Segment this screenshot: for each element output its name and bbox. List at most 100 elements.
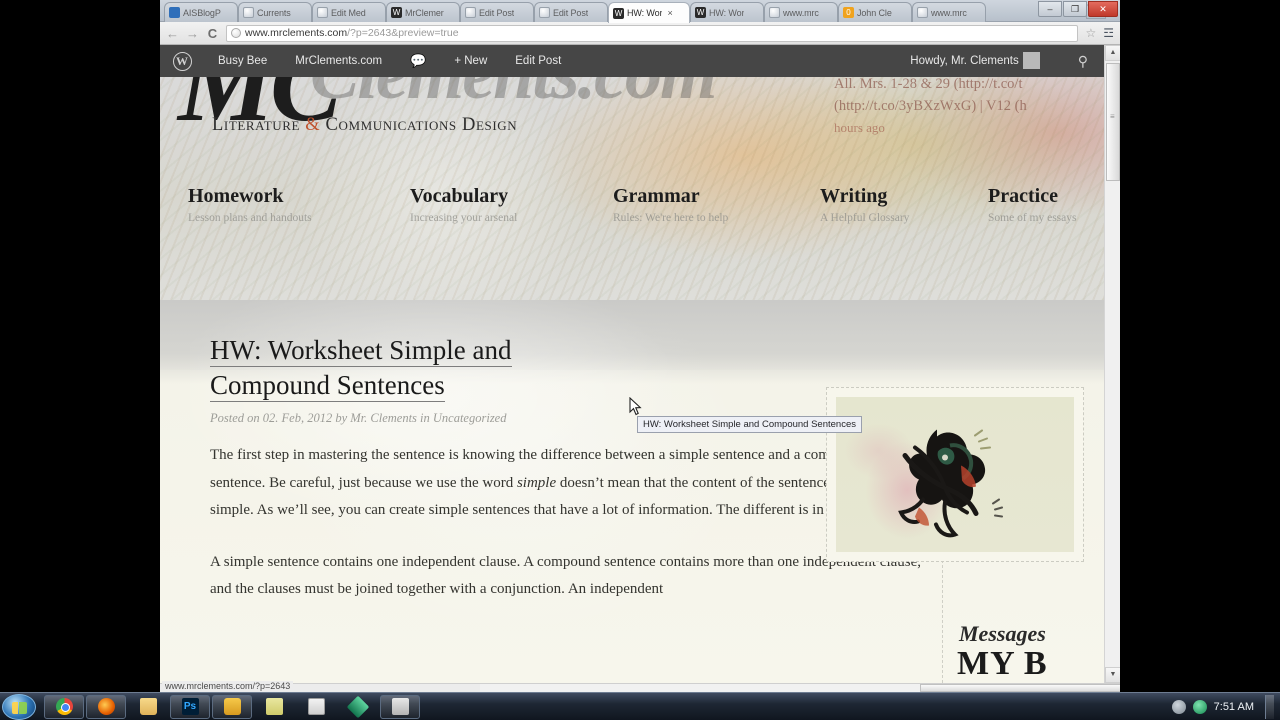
wordpress-logo-icon[interactable]: W [160,51,204,71]
taskbar-item-media[interactable] [212,694,252,719]
status-bar: www.mrclements.com/?p=2643 [160,681,1120,692]
tab-label: Edit Post [553,7,589,18]
post-title-line-1: HW: Worksheet Simple and [210,335,512,367]
nav-subtitle: Increasing your arsenal [410,212,518,224]
horizontal-scrollbar[interactable] [480,684,1120,692]
taskbar-item-misc[interactable] [380,694,420,719]
sidebar-big-heading: MY B [957,645,1048,682]
screen: AISBlogP Currents Edit Med W MrClemer Ed… [0,0,1280,720]
search-icon[interactable]: ⚲ [1062,53,1104,70]
page-info-icon [231,28,241,38]
browser-tab-0[interactable]: AISBlogP [164,2,238,22]
globe-icon [917,7,928,18]
tab-label: John Cle [857,7,892,18]
page-scrollbar[interactable]: ▲ ▼ [1104,45,1120,683]
nav-item-practice[interactable]: Practice Some of my essays [988,185,1076,224]
comment-bubble-icon[interactable]: 💬 [396,45,440,77]
link-tooltip: HW: Worksheet Simple and Compound Senten… [637,416,862,433]
app-icon [391,698,409,715]
scroll-down-arrow-icon[interactable]: ▼ [1105,667,1120,683]
tweet-timestamp: hours ago [834,120,885,135]
bookmark-star-icon[interactable]: ☆ [1085,26,1096,40]
taskbar-item-firefox[interactable] [86,694,126,719]
browser-menu-icon[interactable]: ☲ [1103,26,1114,40]
page-viewport: W Busy Bee MrClements.com 💬 + New Edit P… [160,45,1120,683]
browser-tab-7[interactable]: W HW: Wor [690,2,764,22]
wordpress-icon: W [613,7,624,19]
sidebar-script-heading: Messages [959,621,1046,646]
page-title[interactable]: HW: Worksheet Simple and Compound Senten… [210,333,605,403]
close-tab-icon[interactable]: × [667,8,672,18]
explorer-icon [139,698,157,715]
taskbar-clock[interactable]: 7:51 AM [1214,701,1254,713]
tab-label: Edit Med [331,7,366,18]
adminbar-item-edit-post[interactable]: Edit Post [501,45,575,77]
url-path: /?p=2643&preview=true [347,27,459,39]
tab-label: www.mrc [931,7,967,18]
browser-tab-8[interactable]: www.mrc [764,2,838,22]
maximize-button[interactable]: ❐ [1063,1,1087,17]
para1-emphasis: simple [516,474,557,491]
browser-tab-4[interactable]: Edit Post [460,2,534,22]
url-domain: www.mrclements.com [245,27,348,39]
show-desktop-button[interactable] [1265,694,1274,719]
browser-tab-5[interactable]: Edit Post [534,2,608,22]
howdy-label: Howdy, Mr. Clements [910,55,1019,67]
tab-label: AISBlogP [183,7,221,18]
adminbar-item-new[interactable]: + New [440,45,501,77]
tab-label: Currents [257,7,291,18]
nav-title: Grammar [613,185,700,207]
adminbar-item-site[interactable]: MrClements.com [281,45,396,77]
browser-tab-3[interactable]: W MrClemer [386,2,460,22]
nav-item-homework[interactable]: Homework Lesson plans and handouts [188,185,312,224]
scroll-up-arrow-icon[interactable]: ▲ [1105,45,1120,61]
browser-tab-2[interactable]: Edit Med [312,2,386,22]
nav-title: Writing [820,185,888,207]
horizontal-scrollbar-thumb[interactable] [920,684,1120,692]
featured-image-frame[interactable] [826,387,1084,562]
forward-button[interactable]: → [186,26,199,41]
taskbar-item-photoshop[interactable]: Ps [170,694,210,719]
close-window-button[interactable]: ✕ [1088,1,1118,17]
browser-tab-10[interactable]: www.mrc [912,2,986,22]
nav-title: Vocabulary [410,185,509,207]
back-button[interactable]: ← [166,26,179,41]
taskbar-item-window[interactable] [296,695,336,719]
orange-icon: 0 [843,7,854,18]
browser-window: AISBlogP Currents Edit Med W MrClemer Ed… [160,0,1120,692]
nav-subtitle: Lesson plans and handouts [188,212,312,224]
media-icon [223,698,241,715]
nav-item-writing[interactable]: Writing A Helpful Glossary [820,185,909,224]
mouse-cursor [629,397,642,416]
tab-label: HW: Wor [627,8,663,18]
article: HW: Worksheet Simple and Compound Senten… [210,333,922,628]
post-paragraph-1: The first step in mastering the sentence… [210,442,922,525]
browser-tab-6-active[interactable]: W HW: Wor × [608,2,690,23]
howdy-greeting[interactable]: Howdy, Mr. Clements [896,45,1061,77]
globe-icon [243,7,254,18]
taskbar-item-chrome[interactable] [44,694,84,719]
tagline-ampersand: & [305,115,321,135]
minimize-button[interactable]: – [1038,1,1062,17]
nav-title: Practice [988,185,1058,207]
folder-icon [265,698,283,715]
taskbar-item-diamond[interactable] [338,695,378,719]
scrollbar-thumb[interactable] [1106,63,1120,181]
browser-tab-1[interactable]: Currents [238,2,312,22]
taskbar-item-folder[interactable] [254,695,294,719]
chrome-icon [55,698,73,715]
reload-icon[interactable]: C [206,26,219,41]
status-url: www.mrclements.com/?p=2643 [162,681,294,691]
tray-network-icon[interactable] [1171,699,1186,714]
nav-item-grammar[interactable]: Grammar Rules: We're here to help [613,185,728,224]
nav-subtitle: Rules: We're here to help [613,212,729,224]
firefox-icon [97,698,115,715]
tray-antivirus-icon[interactable] [1192,699,1207,714]
url-input[interactable]: www.mrclements.com/?p=2643&preview=true [226,24,1079,42]
start-button[interactable] [2,693,36,720]
taskbar-item-explorer[interactable] [128,695,168,719]
nav-item-vocabulary[interactable]: Vocabulary Increasing your arsenal [410,185,517,224]
browser-tab-9[interactable]: 0 John Cle [838,2,912,22]
adminbar-item-busy-bee[interactable]: Busy Bee [204,45,281,77]
globe-icon [539,7,550,18]
